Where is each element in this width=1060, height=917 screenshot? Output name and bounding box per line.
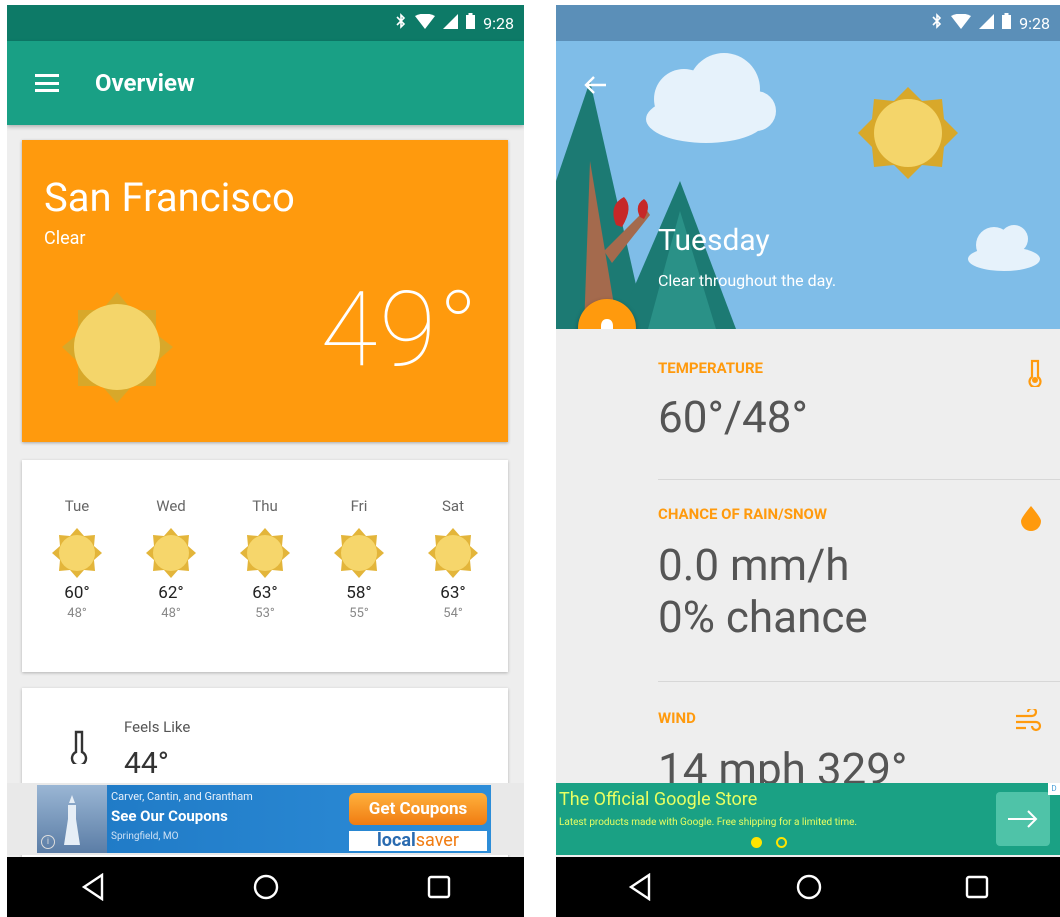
forecast-day[interactable]: Thu 63° 53° — [230, 460, 300, 672]
forecast-day-name: Fri — [350, 497, 368, 515]
menu-icon[interactable] — [35, 74, 59, 92]
ad-headline: The Official Google Store — [559, 789, 758, 810]
day-header: Tuesday Clear throughout the day. — [556, 41, 1060, 329]
feels-like-label: Feels Like — [124, 718, 191, 736]
ad-logo: localsaver — [349, 831, 487, 851]
forecast-day-name: Tue — [64, 497, 90, 515]
ad-description: Latest products made with Google. Free s… — [559, 817, 858, 828]
forecast-high: 58° — [346, 583, 372, 603]
system-nav-bar — [556, 857, 1060, 917]
status-time: 9:28 — [483, 13, 514, 33]
home-nav-icon[interactable] — [252, 873, 280, 901]
sun-icon — [52, 528, 102, 578]
ad-choices-icon[interactable]: D — [1048, 783, 1060, 795]
wifi-icon — [951, 13, 972, 33]
arrow-right-icon — [1008, 810, 1038, 828]
carousel-dot[interactable] — [776, 837, 787, 848]
sun-icon — [146, 528, 196, 578]
overview-screen: 9:28 Overview San Francisco Clear 49° Tu… — [7, 5, 524, 917]
bluetooth-icon — [395, 13, 407, 33]
ad-headline: See Our Coupons — [111, 807, 228, 825]
get-coupons-button[interactable]: Get Coupons — [349, 793, 487, 825]
divider — [658, 479, 1060, 480]
temperature-metric: TEMPERATURE 60°/48° — [658, 359, 1060, 489]
page-title: Overview — [95, 69, 195, 97]
ad-logo-part: local — [377, 830, 416, 851]
back-nav-icon[interactable] — [627, 873, 653, 901]
forecast-high: 60° — [64, 583, 90, 603]
sun-icon — [428, 528, 478, 578]
forecast-day-name: Sat — [442, 497, 464, 515]
ad-content[interactable]: i Carver, Cantin, and Grantham See Our C… — [37, 785, 491, 853]
home-nav-icon[interactable] — [795, 873, 823, 901]
city-name: San Francisco — [44, 174, 295, 221]
status-bar: 9:28 — [7, 5, 524, 41]
wifi-icon — [415, 13, 436, 33]
metric-label: CHANCE OF RAIN/SNOW — [658, 505, 827, 523]
ad-info-icon[interactable]: i — [41, 835, 55, 849]
current-condition: Clear — [44, 228, 86, 249]
forecast-day[interactable]: Wed 62° 48° — [136, 460, 206, 672]
sun-icon — [334, 528, 384, 578]
battery-icon — [1002, 13, 1012, 33]
forecast-high: 63° — [440, 583, 466, 603]
current-weather-card[interactable]: San Francisco Clear 49° — [22, 140, 508, 442]
battery-icon — [466, 13, 476, 33]
system-nav-bar — [7, 857, 524, 917]
day-detail-screen: 9:28 Tuesday Clear throughout the day. T… — [556, 5, 1060, 917]
recents-nav-icon[interactable] — [427, 875, 451, 899]
sun-icon — [60, 290, 175, 409]
ad-go-button[interactable] — [996, 792, 1050, 846]
status-time: 9:28 — [1019, 13, 1050, 33]
bluetooth-icon — [931, 13, 943, 33]
detail-panel: TEMPERATURE 60°/48° CHANCE OF RAIN/SNOW … — [556, 329, 1060, 799]
cellular-icon — [443, 13, 459, 33]
metric-value: 0.0 mm/h — [658, 539, 850, 591]
carousel-dots — [751, 837, 787, 848]
thermometer-icon — [70, 730, 88, 768]
precipitation-metric: CHANCE OF RAIN/SNOW 0.0 mm/h 0% chance — [658, 505, 1060, 695]
forecast-day[interactable]: Fri 58° 55° — [324, 460, 394, 672]
ad-location: Springfield, MO — [111, 831, 179, 842]
feels-like-value: 44° — [124, 746, 169, 781]
day-summary: Clear throughout the day. — [658, 271, 837, 290]
ad-image: i — [37, 785, 107, 853]
forecast-low: 55° — [349, 606, 369, 621]
cellular-icon — [979, 13, 995, 33]
forecast-day[interactable]: Tue 60° 48° — [42, 460, 112, 672]
wind-icon — [1014, 709, 1042, 737]
day-title: Tuesday — [658, 223, 770, 258]
forecast-high: 62° — [158, 583, 184, 603]
metric-label: WIND — [658, 709, 696, 727]
forecast-day[interactable]: Sat 63° 54° — [418, 460, 488, 672]
ad-logo-part: saver — [415, 830, 459, 851]
ad-banner[interactable]: i Carver, Cantin, and Grantham See Our C… — [7, 783, 524, 855]
back-arrow-icon[interactable] — [584, 75, 608, 99]
raindrop-icon — [1020, 505, 1042, 535]
forecast-low: 48° — [161, 606, 181, 621]
metric-label: TEMPERATURE — [658, 359, 763, 377]
metric-value: 60°/48° — [658, 391, 808, 443]
ad-banner[interactable]: The Official Google Store Latest product… — [556, 783, 1060, 855]
status-bar: 9:28 — [556, 5, 1060, 41]
forecast-low: 48° — [67, 606, 87, 621]
recents-nav-icon[interactable] — [965, 875, 989, 899]
sun-icon — [240, 528, 290, 578]
forecast-low: 53° — [255, 606, 275, 621]
carousel-dot-active[interactable] — [751, 837, 762, 848]
forecast-high: 63° — [252, 583, 278, 603]
forecast-card: Tue 60° 48° Wed 62° 48° Thu 63° 53° Fri … — [22, 460, 508, 672]
statue-icon — [64, 795, 80, 845]
thermometer-icon — [1028, 359, 1042, 391]
forecast-day-name: Wed — [156, 497, 186, 515]
divider — [658, 681, 1060, 682]
app-toolbar: Overview — [7, 41, 524, 125]
forecast-low: 54° — [443, 606, 463, 621]
forecast-day-name: Thu — [252, 497, 278, 515]
metric-value-secondary: 0% chance — [658, 591, 868, 643]
current-temperature: 49° — [320, 270, 480, 391]
back-nav-icon[interactable] — [80, 873, 106, 901]
ad-advertiser: Carver, Cantin, and Grantham — [111, 790, 253, 803]
